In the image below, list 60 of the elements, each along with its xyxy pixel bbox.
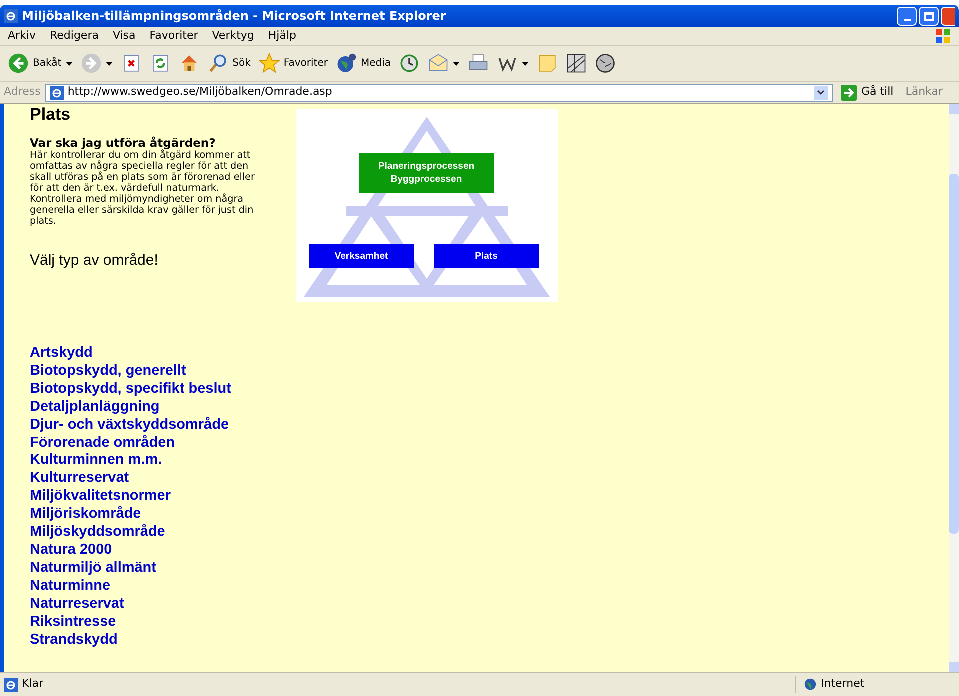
toolbar-button[interactable] xyxy=(80,53,113,74)
menu-item[interactable]: Verktyg xyxy=(212,28,254,44)
page-icon xyxy=(50,86,64,100)
note-icon xyxy=(537,53,558,74)
area-link[interactable]: Kulturminnen m.m. xyxy=(30,452,162,470)
page-icon xyxy=(4,678,18,692)
menu-item[interactable]: Arkiv xyxy=(8,28,36,44)
area-link[interactable]: Natura 2000 xyxy=(30,542,112,560)
history-icon xyxy=(399,53,420,74)
page-heading: Plats xyxy=(30,105,72,125)
area-link[interactable]: Miljöriskområde xyxy=(30,506,142,524)
window-title: Miljöbalken-tillämpningsområden - Microsoft Internet Explorer xyxy=(22,8,446,25)
close-button[interactable] xyxy=(941,6,955,26)
area-link[interactable]: Biotopskydd, generellt xyxy=(30,362,186,381)
area-link[interactable]: Detaljplanläggning xyxy=(30,398,160,417)
area-link[interactable]: Förorenade områden xyxy=(30,434,176,452)
menu-item[interactable]: Visa xyxy=(112,28,136,44)
intro-paragraph: Här kontrollerar du om din åtgärd kommer att omfattas av några speciella regler för att den skall utföras på en plats som är förorenad eller för att den är t.ex. värdefull naturmark. Kontrollera med miljömyndigheter om några generella eller särskilda krav gäller för just din plats. xyxy=(30,150,256,227)
menu-item[interactable]: Hjälp xyxy=(268,28,296,44)
area-link[interactable]: Biotopskydd, specifikt beslut xyxy=(30,380,232,399)
address-field[interactable]: http://www.swedgeo.se/Miljöbalken/Omrade.asp xyxy=(44,84,834,102)
toolbar-button[interactable]: Bakåt xyxy=(8,53,73,74)
prompt-text: Välj typ av område! xyxy=(30,251,160,271)
toolbar-button[interactable] xyxy=(566,53,588,74)
diagram-link-button[interactable]: Plats xyxy=(434,244,539,268)
address-label: Adress xyxy=(4,84,41,100)
go-arrow-icon xyxy=(841,84,858,100)
diagram-link-button[interactable]: Planeringsprocessen Byggprocessen xyxy=(359,153,494,193)
toolbar-button[interactable]: Sök xyxy=(208,53,251,74)
search-icon xyxy=(208,53,229,74)
subheading: Var ska jag utföra åtgärden? xyxy=(30,136,217,150)
zone-text: Internet xyxy=(821,676,865,692)
minimize-button[interactable] xyxy=(897,6,917,26)
page-icon xyxy=(4,9,18,23)
star-icon xyxy=(258,53,280,74)
maximize-button[interactable] xyxy=(919,6,939,26)
area-link[interactable]: Djur- och växtskyddsområde xyxy=(30,416,230,435)
diagram-link-button[interactable]: Verksamhet xyxy=(309,244,414,268)
area-link[interactable]: Miljöskyddsområde xyxy=(30,524,166,542)
windows-flag-icon xyxy=(935,28,951,44)
toolbar-button[interactable] xyxy=(428,53,460,74)
area-link[interactable]: Artskydd xyxy=(30,345,93,363)
area-link[interactable]: Miljökvalitetsnormer xyxy=(30,488,172,506)
links-label[interactable]: Länkar xyxy=(906,84,955,101)
area-link[interactable]: Naturreservat xyxy=(30,596,124,614)
map-icon xyxy=(566,53,588,74)
menu-item[interactable]: Redigera xyxy=(50,28,99,44)
area-link[interactable]: Naturminne xyxy=(30,578,111,596)
scrollbar[interactable] xyxy=(949,104,959,672)
area-link[interactable]: Riksintresse xyxy=(30,614,116,632)
status-text: Klar xyxy=(22,676,44,692)
menu-item[interactable]: Favoriter xyxy=(150,28,198,44)
toolbar-button[interactable] xyxy=(399,53,420,74)
area-link[interactable]: Naturmiljö allmänt xyxy=(30,560,156,578)
envelope-icon xyxy=(428,53,450,74)
go-button[interactable]: Gå till xyxy=(841,84,894,101)
toolbar-button[interactable]: Favoriter xyxy=(258,53,328,74)
area-link[interactable]: Kulturreservat xyxy=(30,470,130,488)
toolbar-button[interactable]: Media xyxy=(336,53,392,74)
area-link[interactable]: Strandskydd xyxy=(30,632,118,650)
